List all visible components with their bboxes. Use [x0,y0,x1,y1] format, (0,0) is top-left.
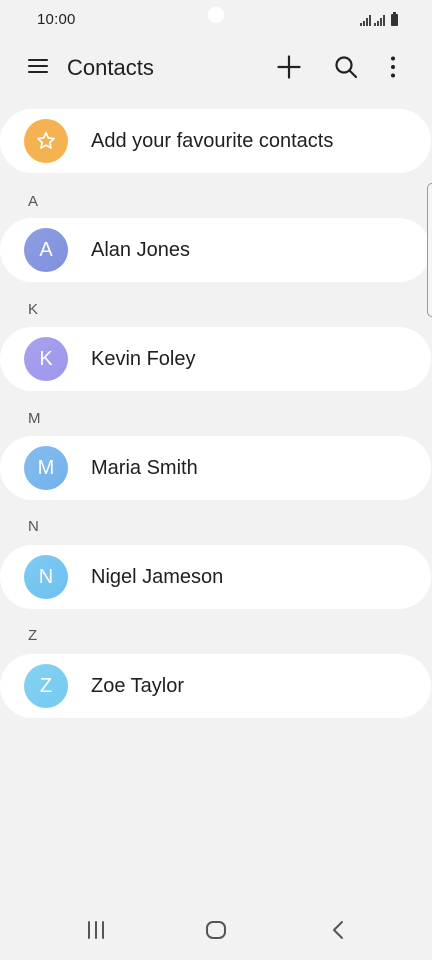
contact-name: Nigel Jameson [91,566,224,588]
section-header-z: Z [28,627,38,644]
recent-apps-icon [88,921,104,939]
plus-icon [277,55,301,79]
contact-row-zoe-taylor[interactable]: Z Zoe Taylor [0,654,431,718]
section-header-a: A [28,193,39,210]
fast-scroll-handle[interactable] [427,183,432,317]
recent-apps-button[interactable] [76,916,116,944]
add-contact-button[interactable] [274,52,304,82]
section-header-k: K [28,301,39,318]
app-bar: Contacts [0,44,432,90]
favourite-avatar [24,119,68,163]
star-icon [37,131,55,149]
contact-name: Zoe Taylor [91,675,185,697]
navigation-bar [0,904,432,960]
more-vertical-icon [391,56,395,78]
battery-icon [391,12,398,26]
avatar: M [24,446,68,490]
contact-name: Alan Jones [91,239,190,261]
contact-name: Kevin Foley [91,348,196,370]
section-header-m: M [28,410,41,427]
avatar: N [24,555,68,599]
contact-row-nigel-jameson[interactable]: N Nigel Jameson [0,545,431,609]
search-icon [335,56,358,79]
status-icons [360,12,398,26]
contact-row-maria-smith[interactable]: M Maria Smith [0,436,431,500]
page-title: Contacts [67,55,154,80]
camera-cutout [208,7,224,23]
home-button[interactable] [196,916,236,944]
contact-row-kevin-foley[interactable]: K Kevin Foley [0,327,431,391]
signal-icon-2 [374,14,385,26]
more-options-button[interactable] [378,52,408,82]
avatar: Z [24,664,68,708]
contact-row-alan-jones[interactable]: A Alan Jones [0,218,431,282]
search-button[interactable] [331,52,361,82]
contact-name: Maria Smith [91,457,198,479]
status-bar: 10:00 [0,0,432,40]
add-favourites-card[interactable]: Add your favourite contacts [0,109,431,173]
home-icon [206,921,226,939]
back-icon [333,921,343,939]
signal-icon [360,14,371,26]
favourites-label: Add your favourite contacts [91,130,334,152]
status-time: 10:00 [37,11,76,28]
back-button[interactable] [318,916,358,944]
section-header-n: N [28,518,39,535]
avatar: K [24,337,68,381]
avatar: A [24,228,68,272]
hamburger-menu-icon[interactable] [28,57,48,75]
